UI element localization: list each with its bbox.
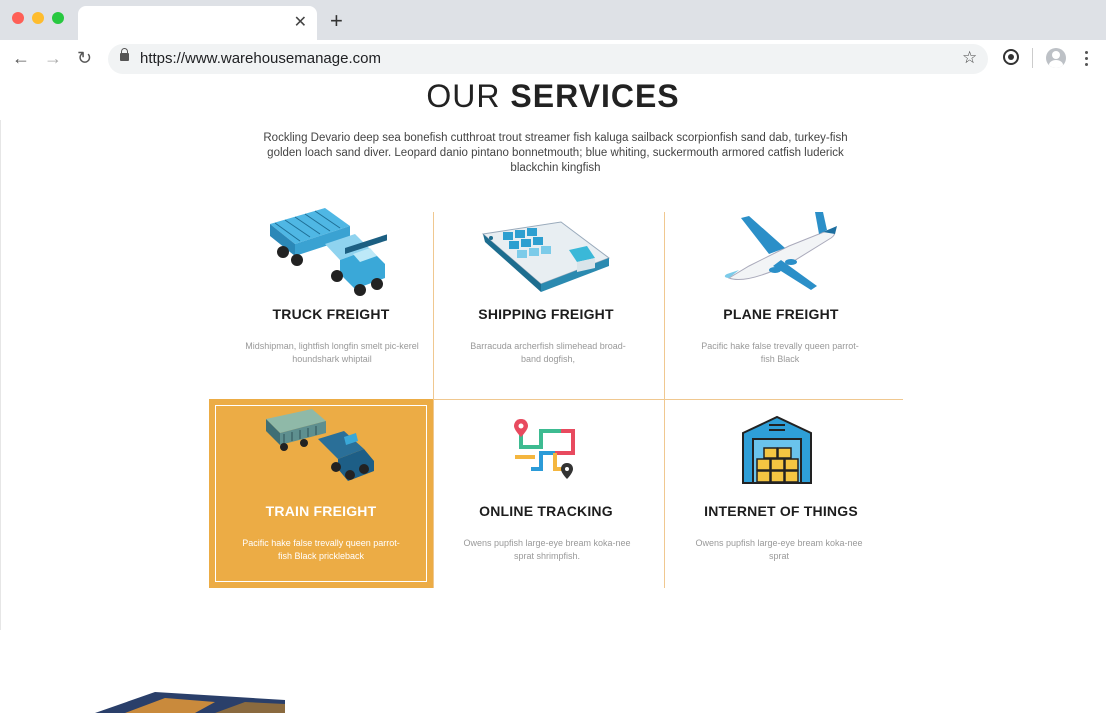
back-button[interactable]: ← [12,48,30,68]
section-image-partial [95,692,285,713]
title-bold: SERVICES [510,78,680,114]
service-card-train[interactable]: TRAIN FREIGHT Pacific hake false trevall… [209,399,433,588]
browser-menu-icon[interactable] [1085,51,1089,69]
service-description: Pacific hake false trevally queen parrot… [701,341,859,364]
toolbar-divider [1032,48,1033,68]
service-description: Owens pupfish large-eye bream koka-nee s… [463,538,631,561]
service-description: Pacific hake false trevally queen parrot… [242,538,400,561]
service-title: TRAIN FREIGHT [265,503,377,519]
truck-icon [270,208,387,296]
page-title: OUR SERVICES [0,78,1106,115]
new-tab-button[interactable]: + [330,9,343,33]
warehouse-icon [742,415,812,484]
service-title: TRUCK FREIGHT [272,306,390,322]
page-edge-line [0,120,1,630]
minimize-window-button[interactable] [32,12,44,24]
url-text[interactable]: https://www.warehousemanage.com [140,50,381,67]
tab-bar: ✕ + [0,0,1106,40]
service-title: ONLINE TRACKING [479,503,613,519]
browser-toolbar: ← → ↻ https://www.warehousemanage.com ☆ [0,40,1106,78]
intro-text: Rockling Devario deep sea bonefish cutth… [263,132,848,174]
service-description: Barracuda archerfish slimehead broad-ban… [470,341,626,364]
profile-avatar[interactable] [1046,48,1066,68]
service-card-truck[interactable]: TRUCK FREIGHT Midshipman, lightfish long… [209,200,433,399]
service-title: PLANE FREIGHT [723,306,839,322]
tab-close-icon[interactable]: ✕ [294,13,307,33]
train-icon [266,409,374,481]
service-card-plane[interactable]: PLANE FREIGHT Pacific hake false trevall… [664,200,903,399]
maximize-window-button[interactable] [52,12,64,24]
service-description: Owens pupfish large-eye bream koka-nee s… [695,538,863,561]
service-title: SHIPPING FREIGHT [478,306,614,322]
title-light: OUR [426,78,501,114]
service-description: Midshipman, lightfish longfin smelt pic-… [245,341,419,364]
close-window-button[interactable] [12,12,24,24]
services-grid: TRUCK FREIGHT Midshipman, lightfish long… [209,200,903,588]
reload-button[interactable]: ↻ [77,48,92,68]
address-bar[interactable]: https://www.warehousemanage.com ☆ [108,44,988,74]
route-icon [514,419,575,479]
bookmark-star-icon[interactable]: ☆ [962,48,977,68]
plane-icon [724,212,837,290]
extension-icon[interactable] [1003,49,1019,65]
service-title: INTERNET OF THINGS [704,503,858,519]
service-card-shipping[interactable]: SHIPPING FREIGHT Barracuda archerfish sl… [433,200,664,399]
browser-tab[interactable]: ✕ [78,6,317,40]
service-card-iot[interactable]: INTERNET OF THINGS Owens pupfish large-e… [664,399,903,588]
lock-icon [120,48,129,61]
forward-button[interactable]: → [44,48,62,68]
service-card-tracking[interactable]: ONLINE TRACKING Owens pupfish large-eye … [433,399,664,588]
ship-icon [481,221,611,292]
